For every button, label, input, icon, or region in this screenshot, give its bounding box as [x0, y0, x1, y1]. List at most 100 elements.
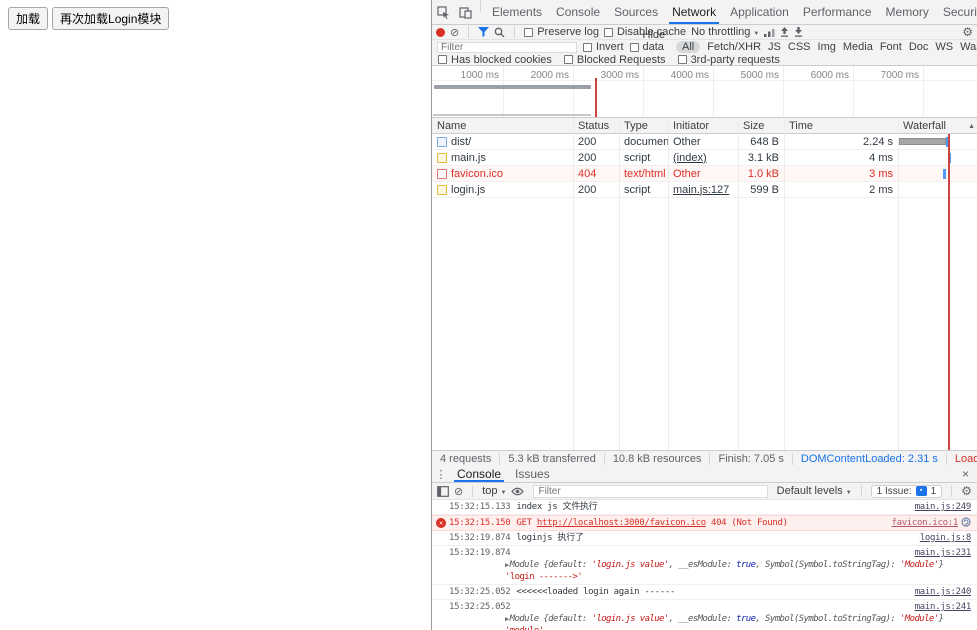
sort-ascending-icon[interactable]: ▲: [968, 123, 975, 130]
device-toolbar-icon[interactable]: [454, 0, 476, 24]
column-header-time: Time: [784, 120, 898, 132]
tab-performance[interactable]: Performance: [796, 0, 879, 24]
tick-label: 3000 ms: [575, 70, 639, 81]
search-icon[interactable]: [494, 27, 505, 38]
source-link[interactable]: main.js:240: [915, 586, 971, 598]
transferred-size: 5.3 kB transferred: [500, 453, 604, 465]
console-settings-gear-icon[interactable]: ⚙: [961, 484, 972, 498]
column-divider[interactable]: [573, 118, 574, 450]
column-header-initiator: Initiator: [668, 120, 738, 132]
preserve-log-checkbox[interactable]: Preserve log: [524, 26, 599, 38]
issues-count: 1: [931, 486, 937, 497]
source-link[interactable]: favicon.ico:1: [891, 518, 958, 528]
pill-doc[interactable]: Doc: [909, 41, 929, 53]
column-divider[interactable]: [668, 118, 669, 450]
pill-all[interactable]: All: [676, 41, 700, 53]
column-divider[interactable]: [738, 118, 739, 450]
request-time: 3 ms: [784, 168, 898, 180]
pill-fetch-xhr[interactable]: Fetch/XHR: [707, 41, 761, 53]
checkbox-icon: [438, 55, 447, 64]
console-sidebar-icon[interactable]: [437, 486, 449, 497]
network-overview-timeline[interactable]: 1000 ms 2000 ms 3000 ms 4000 ms 5000 ms …: [432, 66, 977, 118]
context-selector[interactable]: top▼: [482, 485, 506, 497]
tab-application[interactable]: Application: [723, 0, 796, 24]
column-header-type: Type: [619, 120, 668, 132]
table-row-favicon[interactable]: favicon.ico 404 text/html Other 1.0 kB 3…: [432, 166, 977, 182]
pill-media[interactable]: Media: [843, 41, 873, 53]
source-link[interactable]: main.js:249: [915, 501, 971, 513]
third-party-requests-checkbox[interactable]: 3rd-party requests: [678, 54, 780, 66]
close-drawer-icon[interactable]: ×: [954, 466, 977, 482]
tab-sources[interactable]: Sources: [607, 0, 665, 24]
reload-login-module-button[interactable]: 再次加载Login模块: [52, 7, 169, 30]
waterfall-bar: [899, 138, 946, 145]
clear-network-log-icon[interactable]: ⊘: [450, 26, 459, 39]
pill-font[interactable]: Font: [880, 41, 902, 53]
checkbox-icon: [524, 28, 533, 37]
blocked-cookies-checkbox[interactable]: Has blocked cookies: [438, 54, 552, 66]
object-preview[interactable]: ▶Module {default: 'login.js value', __es…: [505, 559, 969, 583]
network-settings-gear-icon[interactable]: ⚙: [962, 25, 973, 39]
drawer-menu-icon[interactable]: ⋮: [432, 466, 450, 482]
expand-caret-icon[interactable]: ▶: [505, 561, 509, 569]
expand-caret-icon[interactable]: ▶: [505, 615, 509, 623]
tab-security[interactable]: Security: [936, 0, 977, 24]
timestamp: 15:32:25.052: [449, 602, 510, 612]
related-issue-icon[interactable]: [961, 517, 971, 527]
object-preview[interactable]: ▶Module {default: 'login.js value', __es…: [505, 613, 969, 630]
timestamp: 15:32:15.150: [449, 518, 510, 528]
network-filter-input[interactable]: [437, 42, 577, 53]
source-link[interactable]: main.js:241: [915, 601, 971, 613]
initiator-link[interactable]: main.js:127: [668, 184, 738, 196]
column-divider[interactable]: [784, 118, 785, 450]
overview-footer-bar: [433, 114, 591, 116]
load-button[interactable]: 加载: [8, 7, 48, 30]
throttling-dropdown[interactable]: No throttling▼: [691, 26, 759, 38]
source-link[interactable]: main.js:231: [915, 547, 971, 559]
tick-label: 6000 ms: [785, 70, 849, 81]
blocked-requests-checkbox[interactable]: Blocked Requests: [564, 54, 666, 66]
live-expression-eye-icon[interactable]: [511, 487, 524, 496]
source-link[interactable]: login.js:8: [920, 532, 971, 544]
invert-checkbox[interactable]: Invert: [583, 41, 624, 53]
pill-img[interactable]: Img: [818, 41, 836, 53]
document-icon: [437, 137, 447, 147]
tab-elements[interactable]: Elements: [485, 0, 549, 24]
failed-url-link[interactable]: http://localhost:3000/favicon.ico: [537, 518, 706, 528]
pill-ws[interactable]: WS: [935, 41, 953, 53]
filter-funnel-icon[interactable]: [478, 27, 489, 37]
export-har-icon[interactable]: [794, 27, 803, 37]
drawer-tab-issues[interactable]: Issues: [508, 466, 557, 482]
inspect-element-icon[interactable]: [432, 0, 454, 24]
network-conditions-icon[interactable]: [764, 28, 775, 37]
tab-memory[interactable]: Memory: [879, 0, 936, 24]
table-header-row[interactable]: Name Status Type Initiator Size Time Wat…: [432, 118, 977, 134]
drawer-tab-console[interactable]: Console: [450, 466, 508, 482]
pill-wasm[interactable]: Wasm: [960, 41, 977, 53]
console-message[interactable]: login.js:8 15:32:19.874loginjs 执行了: [432, 531, 977, 546]
pill-js[interactable]: JS: [768, 41, 781, 53]
console-filter-input[interactable]: [533, 485, 767, 498]
table-row-dist[interactable]: dist/ 200 document Other 648 B 2.24 s: [432, 134, 977, 150]
log-levels-dropdown[interactable]: Default levels▼: [777, 485, 852, 497]
console-message[interactable]: main.js:240 15:32:25.052<<<<<<loaded log…: [432, 585, 977, 600]
console-message[interactable]: main.js:249 15:32:15.133index js 文件执行: [432, 500, 977, 515]
table-row-mainjs[interactable]: main.js 200 script (index) 3.1 kB 4 ms: [432, 150, 977, 166]
initiator-link[interactable]: (index): [668, 152, 738, 164]
divider: [861, 485, 862, 497]
tab-console[interactable]: Console: [549, 0, 607, 24]
console-error-message[interactable]: ✕ favicon.ico:1 15:32:15.150GET http://l…: [432, 515, 977, 531]
column-divider[interactable]: [898, 118, 899, 450]
import-har-icon[interactable]: [780, 27, 789, 37]
record-network-log-icon[interactable]: [436, 28, 445, 37]
console-object-message[interactable]: main.js:231 15:32:19.874 ▶Module {defaul…: [432, 546, 977, 585]
table-row-loginjs[interactable]: login.js 200 script main.js:127 599 B 2 …: [432, 182, 977, 198]
tab-network[interactable]: Network: [665, 0, 723, 24]
clear-console-icon[interactable]: ⊘: [454, 485, 463, 498]
pill-css[interactable]: CSS: [788, 41, 811, 53]
console-object-message[interactable]: main.js:241 15:32:25.052 ▶Module {defaul…: [432, 600, 977, 630]
issues-counter-button[interactable]: 1 Issue: ▪ 1: [871, 485, 943, 498]
gridline: [713, 66, 714, 117]
tick-label: 1000 ms: [435, 70, 499, 81]
column-divider[interactable]: [619, 118, 620, 450]
